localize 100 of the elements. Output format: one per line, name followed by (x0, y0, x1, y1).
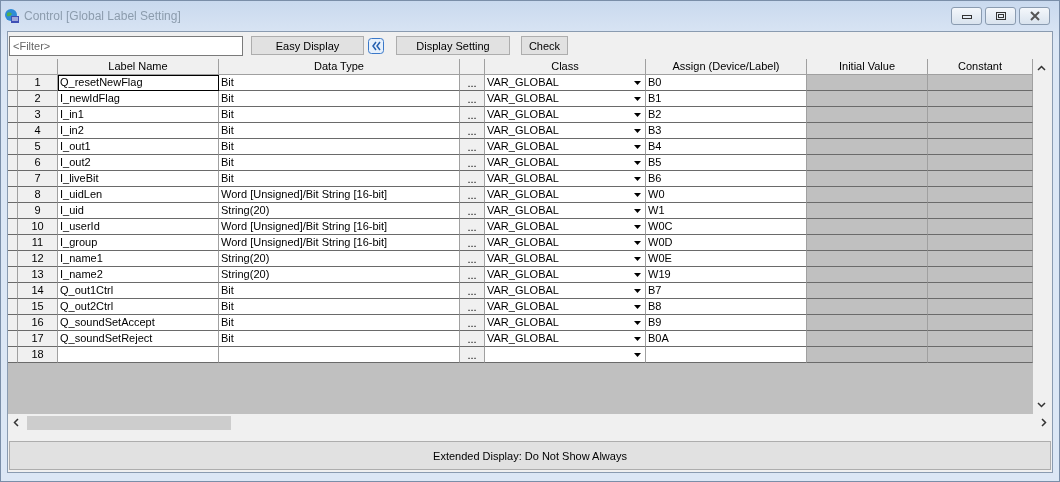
table-cell[interactable]: I_out2 (58, 155, 219, 171)
table-cell[interactable]: I_out1 (58, 139, 219, 155)
scroll-down-icon[interactable] (1037, 402, 1046, 408)
dropdown-field[interactable]: VAR_GLOBAL (485, 155, 646, 171)
table-cell[interactable] (646, 347, 807, 363)
dropdown-field[interactable]: VAR_GLOBAL (485, 283, 646, 299)
row-selector[interactable] (8, 219, 18, 235)
table-cell[interactable]: Q_soundSetReject (58, 331, 219, 347)
table-cell[interactable]: W0 (646, 187, 807, 203)
row-selector[interactable] (8, 139, 18, 155)
row-selector[interactable] (8, 123, 18, 139)
table-cell[interactable]: I_uid (58, 203, 219, 219)
table-cell[interactable]: B8 (646, 299, 807, 315)
table-cell[interactable]: Bit (219, 331, 460, 347)
table-cell[interactable]: I_in1 (58, 107, 219, 123)
table-cell[interactable]: Word [Unsigned]/Bit String [16-bit] (219, 187, 460, 203)
table-cell[interactable]: I_uidLen (58, 187, 219, 203)
dropdown-field[interactable]: VAR_GLOBAL (485, 123, 646, 139)
row-selector[interactable] (8, 267, 18, 283)
dropdown-field[interactable]: VAR_GLOBAL (485, 267, 646, 283)
toolbar-button[interactable]: Easy Display (251, 36, 364, 55)
table-cell[interactable]: B6 (646, 171, 807, 187)
table-cell[interactable]: Bit (219, 155, 460, 171)
scroll-right-icon[interactable] (1041, 418, 1047, 427)
table-cell[interactable]: Bit (219, 283, 460, 299)
toolbar-button[interactable]: Display Setting (396, 36, 510, 55)
row-selector[interactable] (8, 91, 18, 107)
row-selector[interactable] (8, 107, 18, 123)
row-selector[interactable] (8, 331, 18, 347)
table-cell[interactable]: Q_resetNewFlag (58, 75, 219, 91)
table-cell[interactable]: B2 (646, 107, 807, 123)
maximize-button[interactable] (985, 7, 1016, 25)
dropdown-field[interactable] (485, 347, 646, 363)
row-selector[interactable] (8, 299, 18, 315)
table-cell[interactable]: W19 (646, 267, 807, 283)
dropdown-field[interactable]: VAR_GLOBAL (485, 91, 646, 107)
extended-display-bar[interactable]: Extended Display: Do Not Show Always (9, 441, 1051, 470)
table-cell[interactable]: Bit (219, 107, 460, 123)
dropdown-field[interactable]: VAR_GLOBAL (485, 203, 646, 219)
dropdown-field[interactable]: VAR_GLOBAL (485, 139, 646, 155)
table-cell[interactable]: I_name2 (58, 267, 219, 283)
table-cell[interactable] (58, 347, 219, 363)
dropdown-field[interactable]: VAR_GLOBAL (485, 235, 646, 251)
table-cell[interactable]: I_group (58, 235, 219, 251)
table-cell[interactable]: Bit (219, 75, 460, 91)
dropdown-field[interactable]: VAR_GLOBAL (485, 331, 646, 347)
row-selector[interactable] (8, 171, 18, 187)
table-cell[interactable]: B7 (646, 283, 807, 299)
table-cell[interactable]: B9 (646, 315, 807, 331)
scroll-up-icon[interactable] (1037, 65, 1046, 71)
row-selector[interactable] (8, 251, 18, 267)
table-cell[interactable]: Q_out2Ctrl (58, 299, 219, 315)
table-cell[interactable]: B0 (646, 75, 807, 91)
dropdown-field[interactable]: VAR_GLOBAL (485, 299, 646, 315)
scroll-left-icon[interactable] (13, 418, 19, 427)
toolbar-button[interactable]: Check (521, 36, 568, 55)
table-cell[interactable]: W1 (646, 203, 807, 219)
row-selector[interactable] (8, 75, 18, 91)
table-cell[interactable]: I_newIdFlag (58, 91, 219, 107)
table-cell[interactable]: String(20) (219, 251, 460, 267)
row-selector[interactable] (8, 155, 18, 171)
table-cell[interactable]: Q_soundSetAccept (58, 315, 219, 331)
table-cell[interactable]: Bit (219, 91, 460, 107)
table-cell[interactable]: String(20) (219, 267, 460, 283)
table-cell[interactable]: Q_out1Ctrl (58, 283, 219, 299)
table-cell[interactable]: Bit (219, 299, 460, 315)
table-cell[interactable]: I_name1 (58, 251, 219, 267)
row-selector[interactable] (8, 347, 18, 363)
table-cell[interactable]: B4 (646, 139, 807, 155)
row-selector[interactable] (8, 283, 18, 299)
double-chevron-icon[interactable] (368, 37, 384, 54)
table-cell[interactable]: Word [Unsigned]/Bit String [16-bit] (219, 219, 460, 235)
dropdown-field[interactable]: VAR_GLOBAL (485, 107, 646, 123)
row-selector[interactable] (8, 187, 18, 203)
table-cell[interactable]: Word [Unsigned]/Bit String [16-bit] (219, 235, 460, 251)
table-cell[interactable]: Bit (219, 315, 460, 331)
dropdown-field[interactable]: VAR_GLOBAL (485, 251, 646, 267)
table-cell[interactable]: Bit (219, 123, 460, 139)
table-cell[interactable]: W0E (646, 251, 807, 267)
dropdown-field[interactable]: VAR_GLOBAL (485, 75, 646, 91)
table-cell[interactable]: I_liveBit (58, 171, 219, 187)
table-cell[interactable]: Bit (219, 139, 460, 155)
table-cell[interactable]: String(20) (219, 203, 460, 219)
scrollbar-thumb[interactable] (27, 415, 231, 430)
dropdown-field[interactable]: VAR_GLOBAL (485, 171, 646, 187)
close-button[interactable] (1019, 7, 1050, 25)
minimize-button[interactable] (951, 7, 982, 25)
table-cell[interactable]: I_userId (58, 219, 219, 235)
row-selector[interactable] (8, 235, 18, 251)
dropdown-field[interactable]: VAR_GLOBAL (485, 219, 646, 235)
table-cell[interactable]: Bit (219, 171, 460, 187)
table-cell[interactable]: B3 (646, 123, 807, 139)
row-selector[interactable] (8, 315, 18, 331)
row-selector[interactable] (8, 203, 18, 219)
table-cell[interactable]: B1 (646, 91, 807, 107)
dropdown-field[interactable]: VAR_GLOBAL (485, 187, 646, 203)
table-cell[interactable]: W0C (646, 219, 807, 235)
table-cell[interactable]: W0D (646, 235, 807, 251)
dropdown-field[interactable]: VAR_GLOBAL (485, 315, 646, 331)
table-cell[interactable]: I_in2 (58, 123, 219, 139)
